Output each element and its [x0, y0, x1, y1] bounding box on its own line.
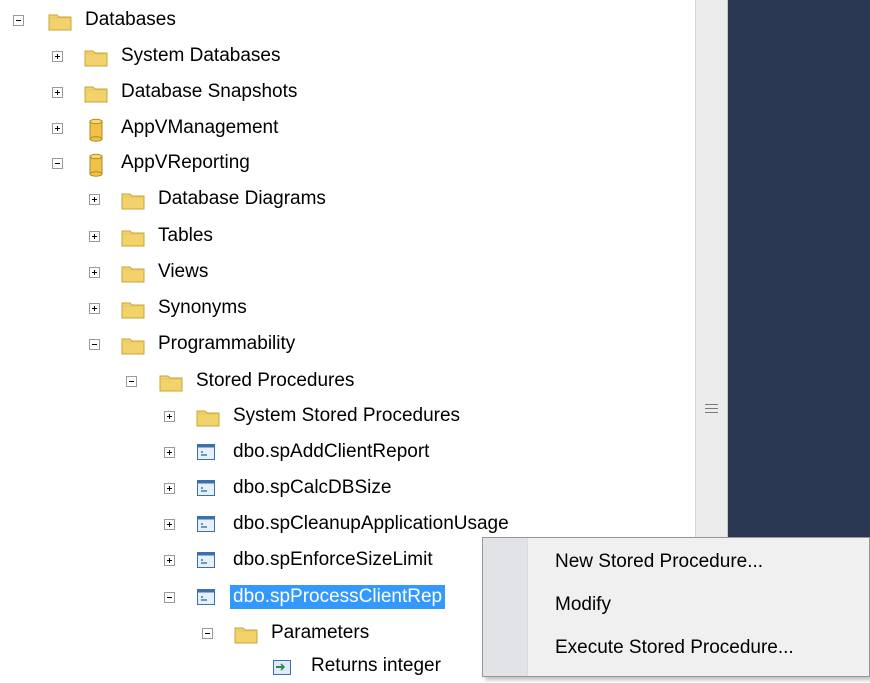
expand-toggle[interactable]: [89, 231, 100, 242]
tree-node-label: AppVManagement: [121, 117, 279, 138]
collapse-toggle[interactable]: [13, 15, 24, 26]
expand-toggle[interactable]: [89, 194, 100, 205]
expand-toggle[interactable]: [164, 519, 175, 530]
folder-icon: [121, 334, 145, 356]
tree-node-label: dbo.spCalcDBSize: [233, 477, 392, 498]
stored-procedure-icon: [196, 514, 220, 536]
folder-icon: [121, 189, 145, 211]
tree-node-label: Synonyms: [158, 297, 247, 318]
folder-icon: [121, 298, 145, 320]
collapse-toggle[interactable]: [202, 628, 213, 639]
tree-node-label: Databases: [85, 9, 176, 30]
tree-node-label: dbo.spEnforceSizeLimit: [233, 549, 433, 570]
stored-procedure-icon: [196, 478, 220, 500]
expand-toggle[interactable]: [89, 267, 100, 278]
folder-icon: [48, 10, 72, 32]
menu-item-modify[interactable]: Modify: [555, 593, 611, 617]
collapse-toggle[interactable]: [89, 339, 100, 350]
collapse-toggle[interactable]: [164, 592, 175, 603]
expand-toggle[interactable]: [164, 483, 175, 494]
context-menu: New Stored Procedure... Modify Execute S…: [482, 537, 870, 677]
tree-node-label: AppVReporting: [121, 152, 250, 173]
menu-item-new-stored-procedure[interactable]: New Stored Procedure...: [555, 550, 763, 574]
tree-node-label: dbo.spCleanupApplicationUsage: [233, 513, 509, 534]
folder-icon: [121, 226, 145, 248]
tree-node-label: Stored Procedures: [196, 370, 355, 391]
expand-toggle[interactable]: [52, 87, 63, 98]
database-icon: [86, 118, 110, 142]
tree-node-label: Parameters: [271, 622, 370, 643]
splitter-grip-icon[interactable]: [705, 404, 718, 416]
expand-toggle[interactable]: [52, 51, 63, 62]
tree-node-label: System Stored Procedures: [233, 405, 461, 426]
tree-node-label: Returns integer: [311, 655, 441, 676]
expand-toggle[interactable]: [89, 303, 100, 314]
expand-toggle[interactable]: [164, 555, 175, 566]
expand-toggle[interactable]: [164, 447, 175, 458]
folder-icon: [234, 623, 258, 645]
tree-node-label: Views: [158, 261, 209, 282]
folder-icon: [121, 262, 145, 284]
menu-item-execute-stored-procedure[interactable]: Execute Stored Procedure...: [555, 636, 794, 660]
database-icon: [86, 153, 110, 177]
folder-icon: [159, 371, 183, 393]
folder-icon: [196, 406, 220, 428]
folder-icon: [84, 46, 108, 68]
context-menu-icon-gutter: [483, 538, 528, 676]
expand-toggle[interactable]: [52, 123, 63, 134]
tree-node-label: System Databases: [121, 45, 281, 66]
folder-icon: [84, 82, 108, 104]
tree-node-label: Programmability: [158, 333, 296, 354]
stored-procedure-icon: [196, 587, 220, 609]
collapse-toggle[interactable]: [126, 376, 137, 387]
tree-node-label: Database Diagrams: [158, 188, 326, 209]
tree-node-label: Database Snapshots: [121, 81, 298, 102]
tree-node-label: Tables: [158, 225, 213, 246]
collapse-toggle[interactable]: [52, 158, 63, 169]
tree-node-label-selected: dbo.spProcessClientRep: [230, 585, 446, 609]
stored-procedure-icon: [196, 550, 220, 572]
expand-toggle[interactable]: [164, 411, 175, 422]
tree-node-label: dbo.spAddClientReport: [233, 441, 430, 462]
stored-procedure-icon: [196, 442, 220, 464]
